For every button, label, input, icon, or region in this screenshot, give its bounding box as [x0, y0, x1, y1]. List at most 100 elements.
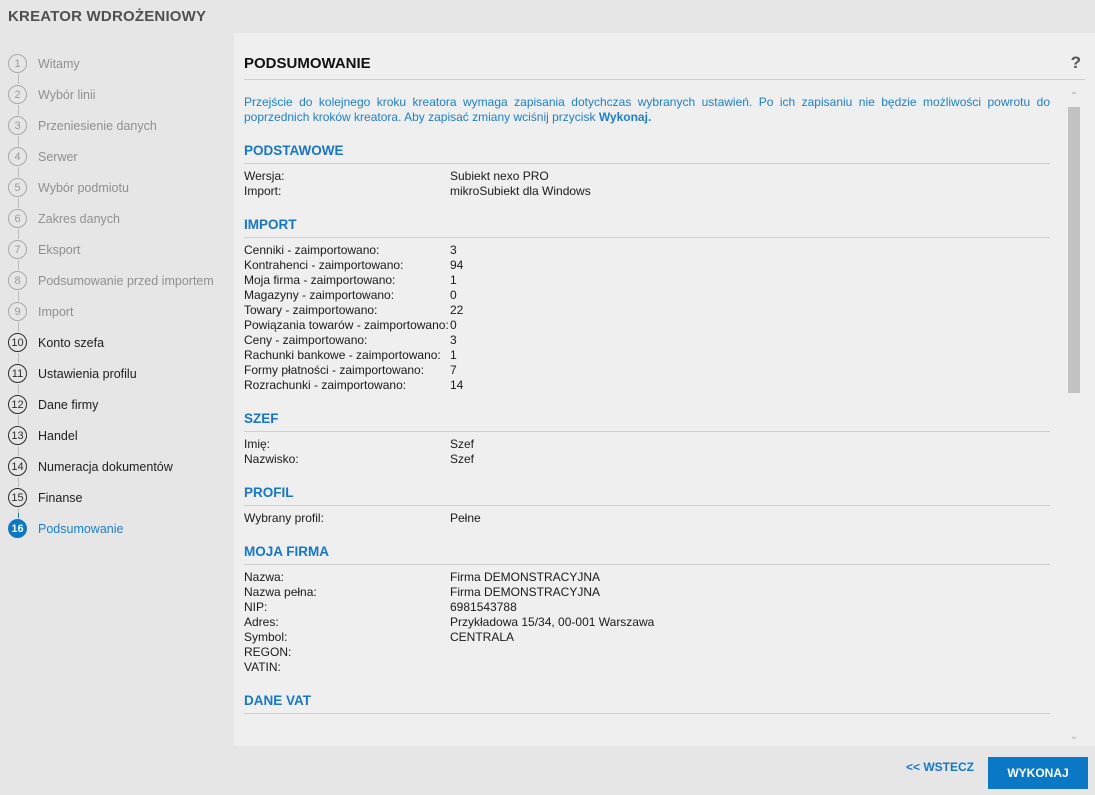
step-connector — [18, 482, 19, 487]
section-heading: SZEF — [244, 411, 1050, 432]
vertical-scrollbar[interactable]: ⌃ ⌄ — [1066, 91, 1082, 743]
summary-row: Nazwa pełna: Firma DEMONSTRACYJNA — [244, 585, 1050, 600]
wizard-step[interactable]: 16 Podsumowanie — [0, 513, 230, 544]
summary-row: Rachunki bankowe - zaimportowano: 1 — [244, 348, 1050, 363]
wizard-step[interactable]: 13 Handel — [0, 420, 230, 451]
wizard-step[interactable]: 1 Witamy — [0, 48, 230, 79]
step-number: 4 — [8, 147, 27, 166]
help-icon[interactable]: ? — [1071, 53, 1081, 73]
step-label: Podsumowanie przed importem — [38, 273, 214, 288]
step-number: 1 — [8, 54, 27, 73]
summary-section: MOJA FIRMA Nazwa: Firma DEMONSTRACYJNA Nazw… — [244, 544, 1050, 675]
wizard-step[interactable]: 15 Finanse — [0, 482, 230, 513]
step-label: Dane firmy — [38, 397, 99, 412]
wizard-step[interactable]: 10 Konto szefa — [0, 327, 230, 358]
row-label: Powiązania towarów - zaimportowano: — [244, 318, 449, 332]
section-heading: MOJA FIRMA — [244, 544, 1050, 565]
summary-section: PODSTAWOWE Wersja: Subiekt nexo PRO Import:… — [244, 143, 1050, 199]
summary-content[interactable]: Przejście do kolejnego kroku kreatora wy… — [244, 91, 1050, 746]
step-label: Podsumowanie — [38, 521, 124, 536]
row-label: Symbol: — [244, 630, 288, 644]
row-value: Firma DEMONSTRACYJNA — [450, 585, 601, 599]
step-label: Witamy — [38, 56, 80, 71]
summary-row: Import: mikroSubiekt dla Windows — [244, 184, 1050, 199]
row-label: Kontrahenci - zaimportowano: — [244, 258, 404, 272]
wizard-step[interactable]: 12 Dane firmy — [0, 389, 230, 420]
step-label: Numeracja dokumentów — [38, 459, 173, 474]
summary-row: Symbol: CENTRALA — [244, 630, 1050, 645]
row-value: 7 — [450, 363, 457, 377]
step-label: Eksport — [38, 242, 81, 257]
wizard-step[interactable]: 2 Wybór linii — [0, 79, 230, 110]
row-label: Wybrany profil: — [244, 511, 324, 525]
row-label: Nazwa: — [244, 570, 285, 584]
row-value: 3 — [450, 243, 457, 257]
page-title: PODSUMOWANIE — [244, 55, 371, 72]
row-label: Nazwisko: — [244, 452, 299, 466]
row-value: 1 — [450, 273, 457, 287]
step-connector — [18, 420, 19, 425]
wizard-step[interactable]: 4 Serwer — [0, 141, 230, 172]
step-connector — [18, 234, 19, 239]
step-number: 2 — [8, 85, 27, 104]
row-value: Pełne — [450, 511, 481, 525]
step-connector — [18, 203, 19, 208]
wizard-step[interactable]: 5 Wybór podmiotu — [0, 172, 230, 203]
step-label: Handel — [38, 428, 78, 443]
row-label: NIP: — [244, 600, 268, 614]
step-connector — [18, 327, 19, 332]
summary-section: IMPORT Cenniki - zaimportowano: 3 Kontrahen… — [244, 217, 1050, 393]
wizard-step[interactable]: 3 Przeniesienie danych — [0, 110, 230, 141]
wizard-step[interactable]: 8 Podsumowanie przed importem — [0, 265, 230, 296]
row-value: Szef — [450, 437, 475, 451]
summary-section: PROFIL Wybrany profil: Pełne — [244, 485, 1050, 526]
scroll-down-icon[interactable]: ⌄ — [1068, 731, 1080, 743]
row-label: Rachunki bankowe - zaimportowano: — [244, 348, 441, 362]
row-label: Adres: — [244, 615, 279, 629]
title-divider — [244, 79, 1085, 80]
summary-row: Rozrachunki - zaimportowano: 14 — [244, 378, 1050, 393]
step-number: 8 — [8, 271, 27, 290]
step-label: Import — [38, 304, 74, 319]
step-number: 3 — [8, 116, 27, 135]
section-heading: DANE VAT — [244, 693, 1050, 714]
step-label: Zakres danych — [38, 211, 120, 226]
row-value: 14 — [450, 378, 464, 392]
row-value: Subiekt nexo PRO — [450, 169, 549, 183]
wizard-step[interactable]: 9 Import — [0, 296, 230, 327]
step-number: 14 — [8, 457, 27, 476]
intro-text-bold: Wykonaj. — [598, 110, 652, 124]
step-label: Konto szefa — [38, 335, 105, 350]
step-label: Finanse — [38, 490, 83, 505]
wizard-step[interactable]: 11 Ustawienia profilu — [0, 358, 230, 389]
wizard-step[interactable]: 14 Numeracja dokumentów — [0, 451, 230, 482]
intro-text: Przejście do kolejnego kroku kreatora wy… — [244, 95, 1050, 125]
step-number: 16 — [8, 519, 27, 538]
step-number: 13 — [8, 426, 27, 445]
app-title: KREATOR WDROŻENIOWY — [8, 8, 207, 25]
summary-row: Adres: Przykładowa 15/34, 00-001 Warszawa — [244, 615, 1050, 630]
step-number: 7 — [8, 240, 27, 259]
wizard-step[interactable]: 6 Zakres danych — [0, 203, 230, 234]
step-connector — [18, 513, 19, 518]
execute-button[interactable]: WYKONAJ — [988, 757, 1088, 789]
row-label: Ceny - zaimportowano: — [244, 333, 368, 347]
row-label: Imię: — [244, 437, 271, 451]
step-number: 11 — [8, 364, 27, 383]
summary-row: Imię: Szef — [244, 437, 1050, 452]
summary-row: REGON: — [244, 645, 1050, 660]
summary-row: Ceny - zaimportowano: 3 — [244, 333, 1050, 348]
row-value: 1 — [450, 348, 457, 362]
back-button[interactable]: << WSTECZ — [900, 760, 980, 774]
step-label: Serwer — [38, 149, 78, 164]
wizard-step[interactable]: 7 Eksport — [0, 234, 230, 265]
scroll-up-icon[interactable]: ⌃ — [1068, 91, 1080, 103]
row-value: 22 — [450, 303, 464, 317]
step-connector — [18, 172, 19, 177]
step-number: 15 — [8, 488, 27, 507]
step-connector — [18, 265, 19, 270]
summary-row: VATIN: — [244, 660, 1050, 675]
row-label: Cenniki - zaimportowano: — [244, 243, 380, 257]
scrollbar-thumb[interactable] — [1068, 107, 1080, 393]
section-heading: IMPORT — [244, 217, 1050, 238]
